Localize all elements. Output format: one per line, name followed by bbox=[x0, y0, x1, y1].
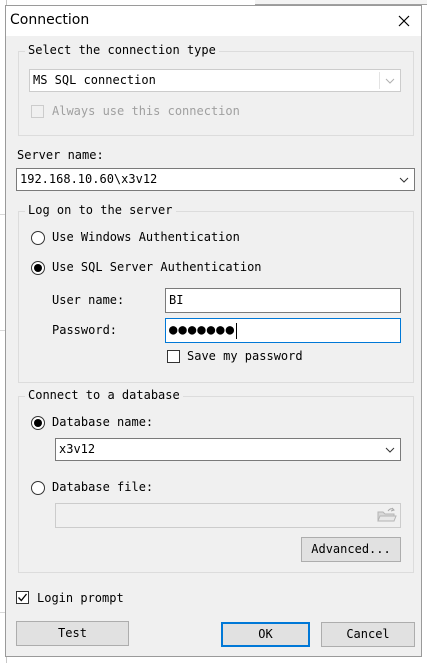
password-input[interactable]: ●●●●●●● bbox=[165, 318, 401, 343]
ok-button[interactable]: OK bbox=[221, 622, 310, 647]
checkmark-icon bbox=[18, 593, 28, 602]
close-button[interactable] bbox=[387, 6, 421, 36]
title-bar: Connection bbox=[6, 6, 421, 36]
windows-auth-radio[interactable] bbox=[31, 231, 45, 245]
test-button[interactable]: Test bbox=[16, 621, 129, 646]
connection-type-group-label: Select the connection type bbox=[25, 43, 219, 57]
dialog-title: Connection bbox=[10, 12, 90, 28]
password-label: Password: bbox=[52, 323, 118, 337]
text-caret bbox=[236, 322, 238, 339]
sql-auth-label: Use SQL Server Authentication bbox=[52, 260, 262, 274]
connection-type-value: MS SQL connection bbox=[33, 73, 156, 87]
save-password-checkbox[interactable] bbox=[167, 350, 180, 363]
cancel-button[interactable]: Cancel bbox=[321, 622, 415, 647]
close-icon bbox=[398, 15, 410, 27]
chevron-down-icon[interactable] bbox=[380, 439, 400, 460]
connection-type-group: Select the connection type bbox=[18, 43, 414, 136]
database-group-label: Connect to a database bbox=[25, 388, 183, 402]
database-file-input[interactable] bbox=[55, 503, 401, 528]
folder-open-icon[interactable] bbox=[376, 506, 398, 524]
database-name-combo[interactable]: x3v12 bbox=[55, 438, 401, 461]
database-file-label: Database file: bbox=[52, 480, 154, 494]
server-name-value: 192.168.10.60\x3v12 bbox=[20, 172, 158, 186]
user-name-label: User name: bbox=[52, 293, 125, 307]
connection-dialog: Connection Select the connection type MS… bbox=[5, 5, 422, 657]
database-name-label: Database name: bbox=[52, 415, 154, 429]
advanced-button[interactable]: Advanced... bbox=[301, 537, 401, 562]
database-name-value: x3v12 bbox=[59, 442, 96, 456]
server-name-label: Server name: bbox=[17, 148, 104, 162]
user-name-input[interactable]: BI bbox=[165, 288, 401, 313]
database-name-radio[interactable] bbox=[31, 416, 45, 430]
always-use-label: Always use this connection bbox=[52, 104, 240, 118]
connection-type-select[interactable]: MS SQL connection bbox=[29, 69, 401, 92]
sql-auth-radio[interactable] bbox=[31, 261, 45, 275]
database-file-radio[interactable] bbox=[31, 481, 45, 495]
password-mask: ●●●●●●● bbox=[169, 322, 236, 338]
user-name-value: BI bbox=[169, 293, 184, 307]
login-prompt-label: Login prompt bbox=[37, 591, 124, 605]
chevron-down-icon[interactable] bbox=[394, 169, 414, 190]
always-use-checkbox[interactable] bbox=[31, 105, 44, 118]
server-name-combo[interactable]: 192.168.10.60\x3v12 bbox=[16, 168, 415, 191]
save-password-label: Save my password bbox=[187, 349, 303, 363]
windows-auth-label: Use Windows Authentication bbox=[52, 230, 240, 244]
logon-group-label: Log on to the server bbox=[25, 203, 176, 217]
login-prompt-checkbox[interactable] bbox=[16, 591, 29, 604]
chevron-down-icon bbox=[380, 70, 400, 91]
